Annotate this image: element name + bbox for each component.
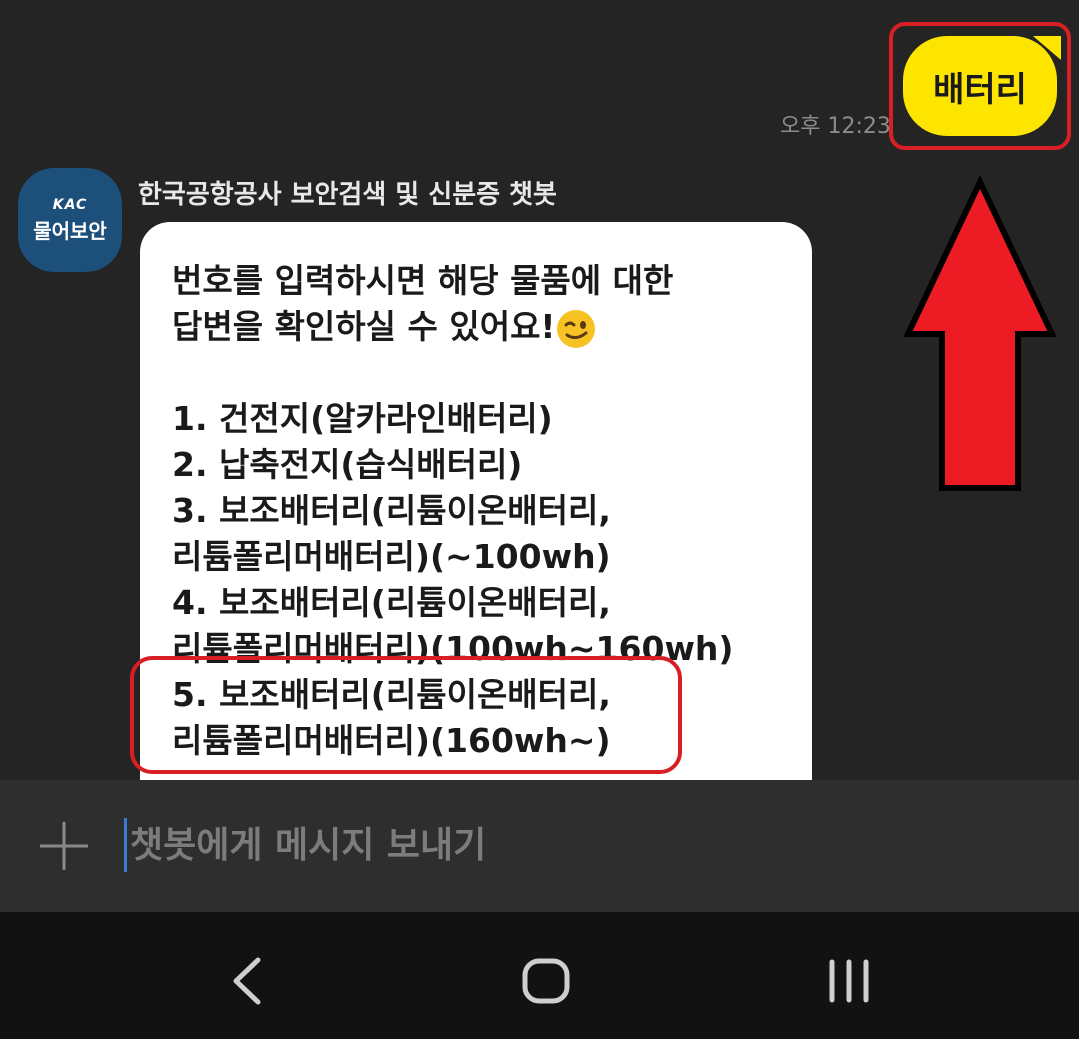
menu-item-2[interactable]: 2. 납축전지(습식배터리) xyxy=(172,442,812,488)
recents-icon[interactable] xyxy=(826,958,872,1004)
highlight-box-item-5 xyxy=(130,656,682,774)
avatar-brand: KAC xyxy=(52,196,88,213)
avatar-title: 물어보안 xyxy=(33,218,107,243)
message-line: 번호를 입력하시면 해당 물품에 대한 xyxy=(172,261,674,300)
message-input[interactable] xyxy=(130,818,830,872)
winking-face-icon xyxy=(557,309,596,348)
message-line-with-emoji: 답변을 확인하실 수 있어요! xyxy=(172,304,812,350)
red-arrow-up-icon xyxy=(903,174,1057,491)
menu-item-3-line2[interactable]: 리튬폴리머배터리)(~100wh) xyxy=(172,534,812,580)
chat-area: 배터리 오후 12:23 KAC 물어보안 한국공항공사 보안검색 및 신분증 … xyxy=(0,0,1079,780)
menu-item-3-line1[interactable]: 3. 보조배터리(리튬이온배터리, xyxy=(172,488,812,534)
bot-avatar[interactable]: KAC 물어보안 xyxy=(18,168,122,272)
message-timestamp: 오후 12:23 xyxy=(780,114,891,139)
highlight-box-user-message xyxy=(889,22,1071,150)
text-cursor xyxy=(124,818,127,872)
system-nav-bar xyxy=(0,912,1079,1039)
plus-icon[interactable] xyxy=(38,820,90,872)
menu-item-1[interactable]: 1. 건전지(알카라인배터리) xyxy=(172,396,812,442)
back-icon[interactable] xyxy=(226,956,266,1006)
menu-item-4-line1[interactable]: 4. 보조배터리(리튬이온배터리, xyxy=(172,580,812,626)
home-icon[interactable] xyxy=(522,958,570,1004)
message-line: 답변을 확인하실 수 있어요! xyxy=(172,307,556,346)
bot-name: 한국공항공사 보안검색 및 신분증 챗봇 xyxy=(138,180,557,210)
